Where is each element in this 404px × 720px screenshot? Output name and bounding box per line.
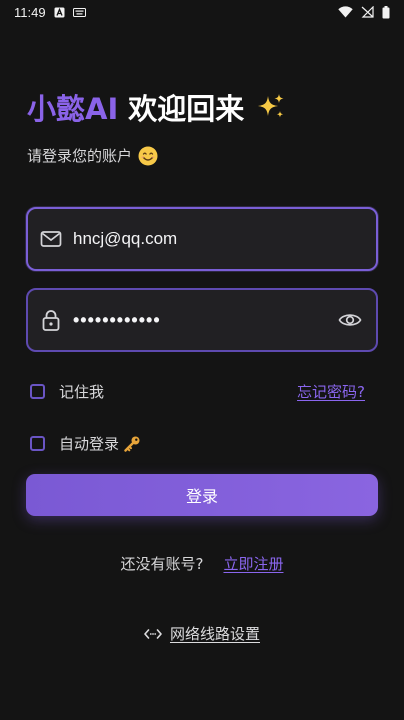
email-input[interactable] [73,224,362,254]
status-bar: 11:49 [0,0,404,24]
remember-me-label: 记住我 [59,383,105,401]
eye-icon[interactable] [338,311,362,329]
smiling-face-icon [138,146,158,166]
login-button[interactable]: 登录 [26,474,378,516]
cellular-off-icon [361,6,374,18]
wifi-icon [338,6,353,18]
status-right [338,5,390,19]
sparkles-icon [256,92,286,122]
status-time: 11:49 [14,4,46,20]
forgot-password-link[interactable]: 忘记密码? [297,381,365,402]
mail-icon [40,230,62,248]
register-row: 还没有账号? 立即注册 [0,553,404,574]
brand-name: 小懿AI [27,92,119,126]
remember-me-row[interactable]: 记住我 [30,381,104,402]
lock-icon [40,309,62,331]
status-left: 11:49 [14,5,86,20]
key-icon [123,435,141,453]
email-field[interactable] [26,207,378,271]
battery-icon [382,5,390,19]
password-field[interactable] [26,288,378,352]
network-settings-link[interactable]: 网络线路设置 [0,623,404,644]
page-title: 小懿AI 欢迎回来 [27,86,286,128]
subtitle-text: 请登录您的账户 [27,147,133,165]
auto-login-label: 自动登录 [59,435,120,453]
welcome-text: 欢迎回来 [128,92,245,126]
remember-me-checkbox[interactable] [30,384,45,399]
register-link[interactable]: 立即注册 [223,553,283,574]
subtitle: 请登录您的账户 [27,145,158,166]
keyboard-icon [72,7,86,17]
password-input[interactable] [73,305,338,335]
register-prompt: 还没有账号? [120,555,204,573]
network-settings-label: 网络线路设置 [169,625,260,643]
auto-login-checkbox[interactable] [30,436,45,451]
auto-login-row[interactable]: 自动登录 [30,433,141,454]
code-arrows-icon [144,628,162,640]
notification-a-icon [54,7,65,18]
